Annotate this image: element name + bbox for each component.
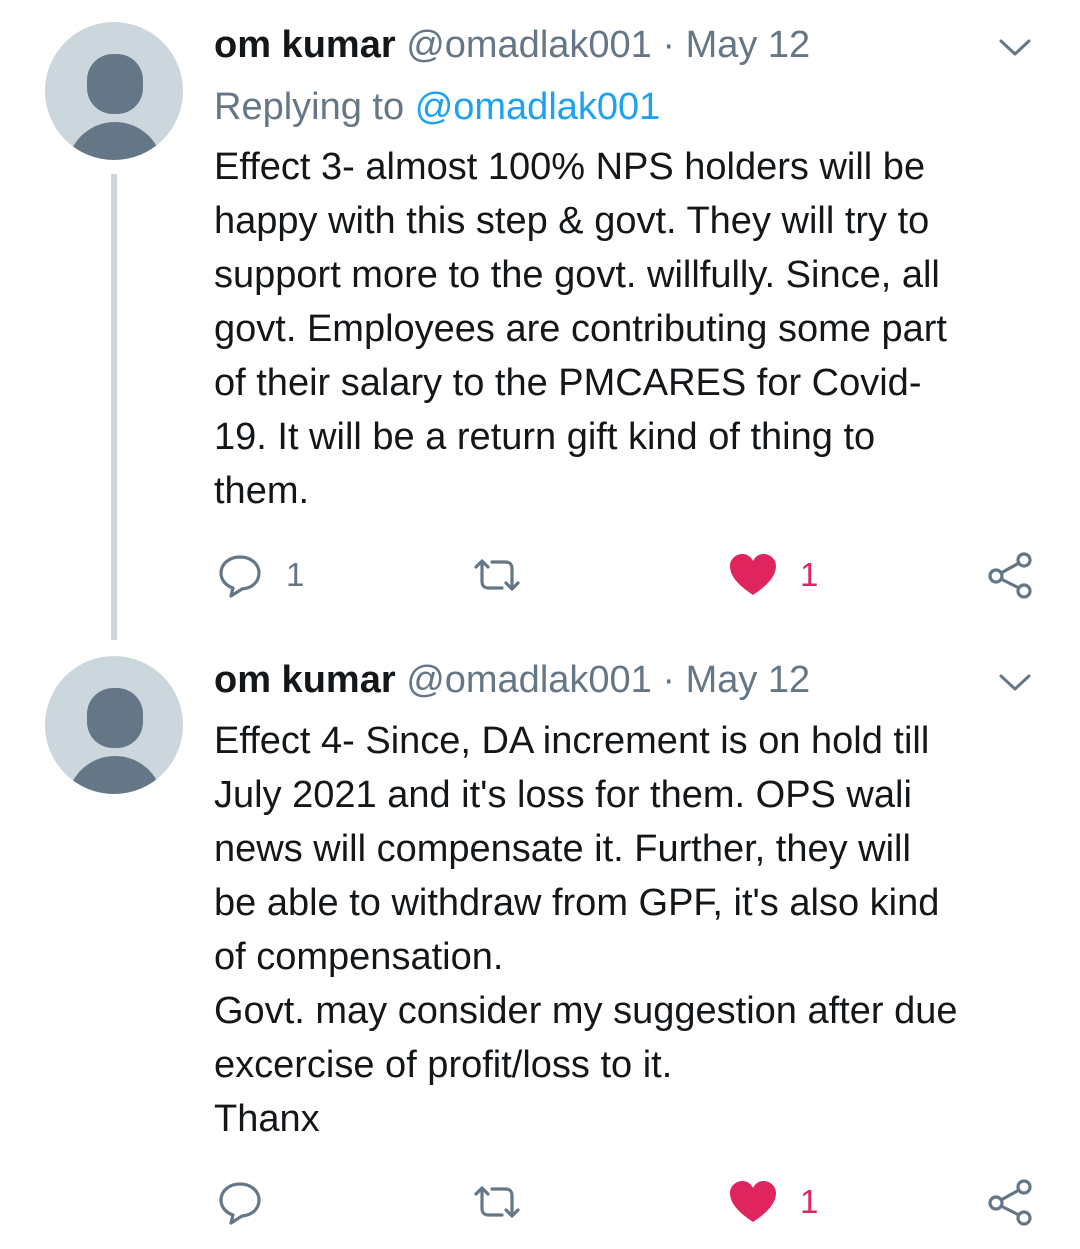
share-icon — [988, 1179, 1032, 1226]
reply-icon — [219, 555, 261, 598]
tweet-date[interactable]: May 12 — [686, 24, 811, 66]
retweet-button[interactable] — [470, 550, 546, 600]
avatar-head-shape — [87, 688, 143, 748]
retweet-icon — [474, 1186, 520, 1218]
like-button[interactable]: 1 — [728, 550, 818, 600]
tweet-2[interactable]: om kumar @omadlak001 · May 12 Effect 4- … — [0, 640, 1080, 1249]
avatar[interactable] — [45, 656, 183, 794]
heart-icon — [730, 1181, 776, 1222]
chevron-down-icon[interactable] — [998, 673, 1032, 693]
avatar-head-shape — [87, 54, 143, 114]
heart-icon — [730, 554, 776, 595]
tweet-date[interactable]: May 12 — [686, 659, 811, 701]
share-icon — [988, 552, 1032, 599]
chevron-down-icon[interactable] — [998, 38, 1032, 58]
header-separator: · — [662, 24, 676, 66]
tweet-1[interactable]: om kumar @omadlak001 · May 12 Replying t… — [0, 0, 1080, 640]
like-count: 1 — [800, 1183, 819, 1220]
tweet-text: Effect 3- almost 100% NPS holders will b… — [214, 146, 947, 512]
tweet-actions: 1 — [0, 1177, 1080, 1227]
reply-count: 1 — [286, 556, 305, 593]
author-handle[interactable]: @omadlak001 — [406, 24, 652, 66]
tweet-text: Effect 4- Since, DA increment is on hold… — [214, 720, 958, 1140]
reply-icon — [219, 1182, 261, 1225]
share-button[interactable] — [986, 1177, 1034, 1227]
like-count: 1 — [800, 556, 819, 593]
replying-to-mention[interactable]: @omadlak001 — [415, 86, 661, 128]
retweet-button[interactable] — [470, 1177, 546, 1227]
avatar[interactable] — [45, 22, 183, 160]
replying-to: Replying to @omadlak001 — [214, 80, 660, 134]
header-separator: · — [662, 659, 676, 701]
tweet-header: om kumar @omadlak001 · May 12 — [214, 20, 810, 70]
author-name[interactable]: om kumar — [214, 24, 396, 66]
avatar-shoulders-shape — [67, 756, 163, 794]
author-handle[interactable]: @omadlak001 — [406, 659, 652, 701]
avatar-shoulders-shape — [67, 122, 163, 160]
tweet-actions: 1 1 — [0, 550, 1080, 600]
author-name[interactable]: om kumar — [214, 659, 396, 701]
replying-to-label: Replying to — [214, 86, 405, 128]
reply-button[interactable]: 1 — [216, 550, 304, 600]
like-button[interactable]: 1 — [728, 1177, 818, 1227]
tweet-header: om kumar @omadlak001 · May 12 — [214, 655, 810, 705]
retweet-icon — [474, 559, 520, 591]
reply-button[interactable] — [216, 1177, 286, 1227]
share-button[interactable] — [986, 550, 1034, 600]
